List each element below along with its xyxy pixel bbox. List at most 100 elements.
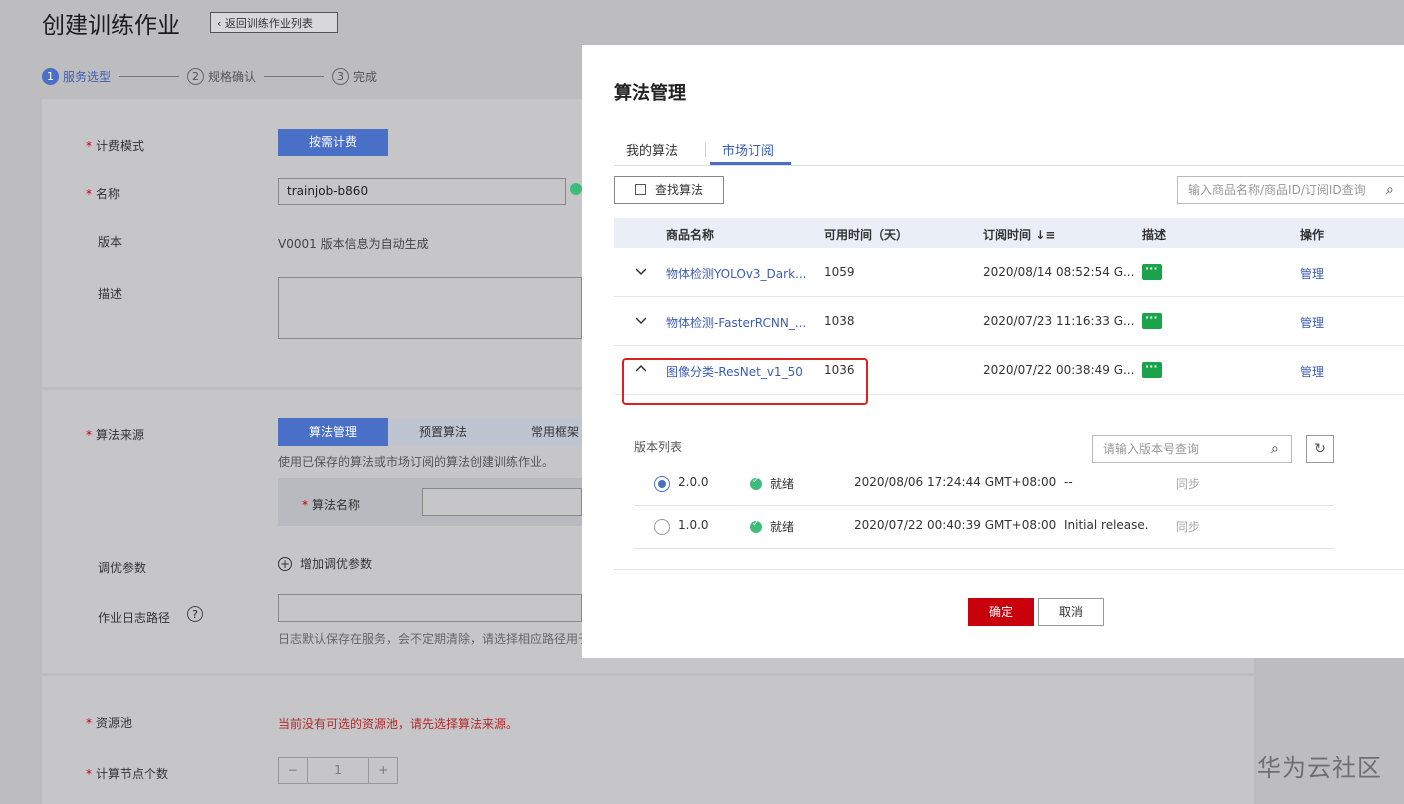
algo-hint: 使用已保存的算法或市场订阅的算法创建训练作业。 (278, 455, 555, 469)
billing-on-demand-button[interactable]: 按需计费 (278, 129, 388, 156)
nodes-value[interactable]: 1 (308, 758, 369, 783)
name-input[interactable]: trainjob-b860 (278, 178, 566, 205)
version-status: 就绪 (770, 520, 795, 534)
version-radio[interactable] (654, 476, 670, 492)
chevron-down-icon[interactable] (636, 315, 646, 325)
log-path-input[interactable] (278, 594, 582, 622)
column-description: 描述 (1142, 228, 1167, 242)
version-description: -- (1064, 475, 1073, 489)
log-path-label: 作业日志路径 (98, 611, 171, 625)
cancel-button[interactable]: 取消 (1038, 598, 1104, 626)
algo-name-input[interactable] (422, 488, 582, 516)
name-label: * 名称 (86, 187, 121, 201)
active-tab-indicator (710, 162, 791, 165)
plus-circle-icon: + (278, 557, 292, 571)
resource-card (42, 676, 1254, 804)
version-search-input[interactable]: 请输入版本号查询 ⌕ (1092, 435, 1292, 463)
dialog-title: 算法管理 (614, 83, 686, 104)
version-row: 1.0.0 就绪 2020/07/22 00:40:39 GMT+08:00 I… (634, 506, 1334, 549)
version-number: 2.0.0 (678, 475, 709, 489)
sync-link[interactable]: 同步 (1176, 518, 1200, 535)
external-link-icon (635, 184, 646, 195)
refresh-icon: ↻ (1314, 441, 1326, 457)
refresh-button[interactable]: ↻ (1306, 435, 1334, 463)
step-1-number: 1 (42, 67, 59, 85)
version-list-title: 版本列表 (634, 440, 683, 454)
step-3-number: 3 (332, 67, 350, 85)
table-header: 商品名称 可用时间（天） 订阅时间 ↓≡ 描述 操作 (614, 218, 1404, 248)
tune-params-label: 调优参数 (98, 561, 147, 575)
available-days: 1059 (824, 265, 855, 279)
product-name-link[interactable]: 物体检测-FasterRCNN_... (666, 314, 806, 331)
version-time: 2020/07/22 00:40:39 GMT+08:00 (854, 518, 1057, 532)
confirm-button[interactable]: 确定 (968, 598, 1034, 626)
tab-algorithm-management[interactable]: 算法管理 (278, 418, 388, 446)
step-3-label: 完成 (353, 69, 378, 84)
table-row: 物体检测YOLOv3_Dark... 1059 2020/08/14 08:52… (614, 248, 1404, 297)
description-textarea[interactable] (278, 277, 582, 339)
log-hint: 日志默认保存在服务，会不定期清除，请选择相应路径用于 (278, 632, 582, 646)
manage-link[interactable]: 管理 (1300, 363, 1324, 380)
check-circle-icon (750, 519, 762, 533)
watermark: 华为云社区 (1257, 754, 1382, 782)
tab-preset-algorithm[interactable]: 预置算法 (388, 418, 498, 446)
table-row: 物体检测-FasterRCNN_... 1038 2020/07/23 11:1… (614, 297, 1404, 346)
chevron-down-icon[interactable] (636, 266, 646, 276)
check-circle-icon (750, 476, 762, 490)
search-placeholder: 输入商品名称/商品ID/订阅ID查询 (1188, 183, 1366, 197)
step-2-number: 2 (187, 67, 205, 85)
algo-source-label: * 算法来源 (86, 428, 145, 442)
compute-nodes-label: * 计算节点个数 (86, 767, 169, 781)
back-button-label: 返回训练作业列表 (224, 17, 313, 30)
product-name-link[interactable]: 物体检测YOLOv3_Dark... (666, 265, 806, 282)
column-product-name: 商品名称 (666, 228, 715, 242)
sort-icon[interactable]: ↓≡ (1035, 228, 1055, 242)
add-tune-param-button[interactable]: + 增加调优参数 (278, 555, 372, 572)
message-icon[interactable] (1142, 311, 1162, 329)
step-divider (119, 75, 180, 77)
version-label: 版本 (98, 235, 123, 249)
back-to-list-button[interactable]: ‹ 返回训练作业列表 (210, 12, 338, 33)
step-indicator: 1 服务选型 2 规格确认 3 完成 (42, 66, 377, 86)
tab-separator (705, 143, 706, 157)
step-2-label: 规格确认 (208, 69, 257, 84)
column-subscribe-time[interactable]: 订阅时间 ↓≡ (983, 226, 1055, 243)
step-1-label: 服务选型 (63, 69, 112, 84)
algorithm-management-dialog: 算法管理 我的算法 市场订阅 查找算法 输入商品名称/商品ID/订阅ID查询 ⌕… (582, 45, 1404, 658)
version-value: V0001 版本信息为自动生成 (278, 237, 429, 251)
version-radio[interactable] (654, 519, 670, 535)
algo-name-label: * 算法名称 (302, 498, 361, 512)
search-icon[interactable]: ⌕ (1386, 177, 1394, 203)
description-label: 描述 (98, 287, 123, 301)
find-button-label: 查找算法 (655, 183, 704, 197)
version-number: 1.0.0 (678, 518, 709, 532)
available-days: 1038 (824, 314, 855, 328)
search-icon[interactable]: ⌕ (1271, 436, 1279, 462)
subscription-search-input[interactable]: 输入商品名称/商品ID/订阅ID查询 ⌕ (1177, 176, 1404, 204)
chevron-left-icon: ‹ (217, 17, 225, 30)
increment-button[interactable]: + (368, 758, 397, 783)
manage-link[interactable]: 管理 (1300, 314, 1324, 331)
sync-link[interactable]: 同步 (1176, 475, 1200, 492)
column-available-days: 可用时间（天） (824, 228, 909, 242)
tab-my-algorithms[interactable]: 我的算法 (626, 140, 678, 159)
valid-check-icon (570, 183, 582, 195)
version-status: 就绪 (770, 477, 795, 491)
version-description: Initial release. (1064, 518, 1149, 532)
tab-common-framework[interactable]: 常用框架 (498, 418, 582, 446)
subscribe-time: 2020/07/23 11:16:33 G... (983, 314, 1135, 328)
dialog-tabs: 我的算法 市场订阅 (614, 137, 1404, 166)
message-icon[interactable] (1142, 360, 1162, 378)
find-algorithm-button[interactable]: 查找算法 (614, 176, 724, 204)
column-actions: 操作 (1300, 228, 1325, 242)
decrement-button[interactable]: − (279, 758, 308, 783)
tab-market-subscriptions[interactable]: 市场订阅 (722, 140, 774, 159)
message-icon[interactable] (1142, 262, 1162, 280)
footer-divider (614, 569, 1404, 570)
manage-link[interactable]: 管理 (1300, 265, 1324, 282)
version-search-placeholder: 请输入版本号查询 (1103, 442, 1200, 456)
resource-pool-warning: 当前没有可选的资源池，请先选择算法来源。 (278, 717, 519, 731)
subscribe-time: 2020/07/22 00:38:49 G... (983, 363, 1135, 377)
billing-label: * 计费模式 (86, 139, 145, 153)
help-icon[interactable]: ? (187, 606, 203, 622)
